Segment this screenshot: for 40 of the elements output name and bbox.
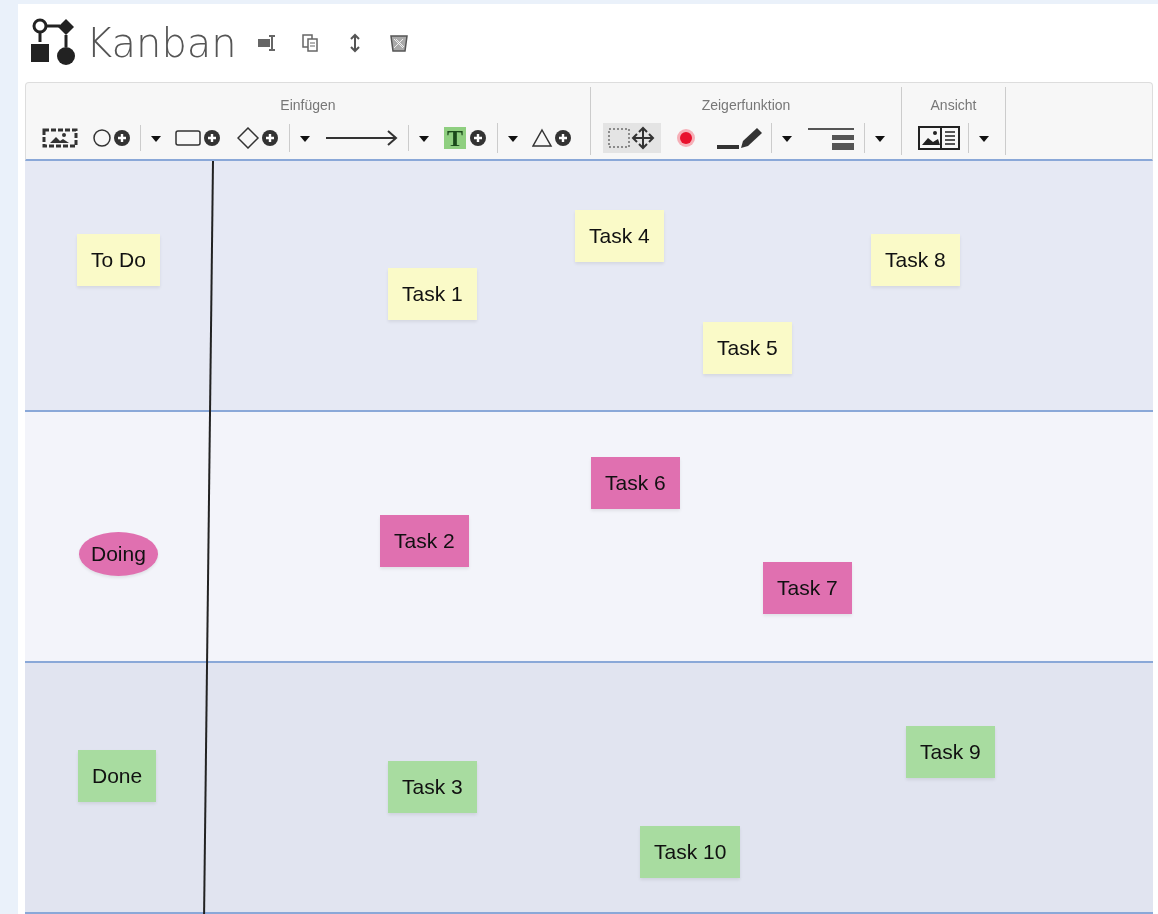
group-label: Einfügen: [280, 96, 336, 115]
rename-icon: [256, 33, 277, 53]
sticky-note: Task 4: [575, 210, 664, 262]
diamond-add-icon: [237, 127, 281, 149]
picture-frame-icon: [42, 128, 78, 148]
copy-icon: [300, 33, 321, 53]
rectangle-add-icon: [175, 128, 223, 148]
trash-bin-icon: [388, 33, 409, 53]
line-style-icon: [806, 126, 856, 150]
pen-line-icon: [715, 126, 763, 150]
group-label: Zeigerfunktion: [701, 96, 791, 115]
tool-glyph: T: [447, 126, 463, 150]
caret-icon: [300, 135, 310, 142]
lane-label: To Do: [77, 234, 160, 286]
sticky-note: Task 5: [703, 322, 792, 374]
sticky-note: Task 6: [591, 457, 680, 509]
group-label: Ansicht: [930, 96, 977, 115]
tool-button[interactable]: [603, 123, 661, 153]
sticky-note: Task 9: [906, 726, 995, 778]
sticky-note: Task 1: [388, 268, 477, 320]
select-move-icon: [607, 126, 657, 150]
sticky-note: Task 7: [763, 562, 852, 614]
caret-icon: [782, 135, 792, 142]
sticky-note: Task 10: [640, 826, 741, 878]
caret-icon: [508, 135, 518, 142]
triangle-add-icon: [532, 128, 574, 148]
circle-add-icon: [92, 128, 132, 148]
diagram-title: Kanban: [86, 23, 237, 63]
caret-icon: [151, 135, 161, 142]
arrow-icon: [324, 128, 400, 148]
process-diagram-icon: [30, 18, 76, 68]
sticky-note: Task 2: [380, 515, 469, 567]
sticky-note: Task 8: [871, 234, 960, 286]
caret-icon: [979, 135, 989, 142]
lane-label: Done: [78, 750, 157, 802]
caret-icon: [875, 135, 885, 142]
view-layout-icon: [918, 126, 960, 150]
caret-icon: [419, 135, 429, 142]
sticky-note: Task 3: [388, 761, 477, 813]
tool-button[interactable]: T: [439, 123, 498, 153]
